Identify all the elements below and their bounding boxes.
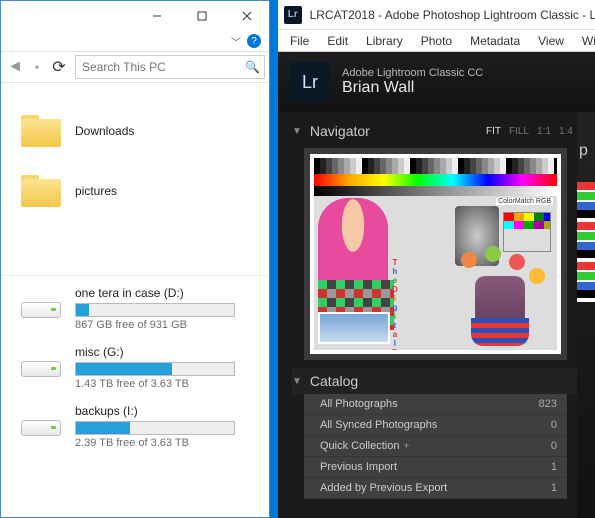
search-box[interactable]: 🔍 — [75, 55, 265, 79]
catalog-row-label: Quick Collection — [320, 440, 399, 452]
drive-icon — [21, 357, 61, 381]
disclosure-triangle-icon[interactable]: ▼ — [292, 376, 302, 387]
drive-free-text: 1.43 TB free of 3.63 TB — [75, 378, 259, 390]
history-chevron-icon[interactable]: ▾ — [27, 55, 47, 79]
catalog-row-synced[interactable]: All Synced Photographs 0 — [304, 415, 567, 436]
drive-usage-bar — [75, 303, 235, 317]
folder-label: Downloads — [75, 124, 134, 138]
maximize-button[interactable] — [179, 1, 224, 31]
navigator-panel-header[interactable]: ▼ Navigator FIT FILL 1:1 1:4 ◆ — [292, 118, 595, 144]
menu-window[interactable]: Window — [574, 32, 595, 50]
catalog-panel-header[interactable]: ▼ Catalog — [292, 368, 595, 394]
plus-icon: + — [403, 441, 409, 452]
catalog-row-label: Added by Previous Export — [320, 482, 447, 494]
lightroom-window-title: LRCAT2018 - Adobe Photoshop Lightroom Cl… — [310, 8, 595, 22]
color-swatch-strip — [577, 182, 595, 302]
menu-photo[interactable]: Photo — [413, 32, 460, 50]
drive-item[interactable]: misc (G:) 1.43 TB free of 3.63 TB — [21, 345, 259, 390]
lightroom-menubar: File Edit Library Photo Metadata View Wi… — [278, 30, 595, 52]
lightroom-app-icon: Lr — [284, 6, 302, 24]
lightroom-logo-icon: Lr — [290, 62, 330, 102]
folder-label: pictures — [75, 184, 117, 198]
folders-section: Downloads pictures — [1, 95, 269, 275]
catalog-title: Catalog — [310, 373, 358, 389]
catalog-row-count: 823 — [539, 398, 557, 410]
colormatch-label: ColorMatch RGB — [496, 198, 553, 205]
lightroom-window: Lr LRCAT2018 - Adobe Photoshop Lightroom… — [278, 0, 595, 518]
drive-free-text: 867 GB free of 931 GB — [75, 319, 259, 331]
ribbon-chevron-icon[interactable]: ﹀ — [231, 34, 241, 49]
left-panels: ▼ Navigator FIT FILL 1:1 1:4 ◆ ColorMatc… — [278, 112, 595, 499]
zoom-fit[interactable]: FIT — [486, 126, 501, 137]
menu-library[interactable]: Library — [358, 32, 411, 50]
catalog-row-quick-collection[interactable]: Quick Collection + 0 — [304, 436, 567, 457]
drive-item[interactable]: backups (I:) 2.39 TB free of 3.63 TB — [21, 404, 259, 449]
help-icon[interactable]: ? — [247, 34, 261, 48]
navigator-title: Navigator — [310, 123, 370, 139]
catalog-row-label: All Photographs — [320, 398, 398, 410]
navigator-thumbnail[interactable]: ColorMatch RGB T h e D i g i t a l D — [310, 154, 561, 354]
search-icon[interactable]: 🔍 — [245, 60, 260, 74]
drive-icon — [21, 298, 61, 322]
menu-edit[interactable]: Edit — [319, 32, 356, 50]
catalog-row-count: 1 — [551, 461, 557, 473]
brand-line-1: Adobe Lightroom Classic CC — [342, 67, 483, 79]
menu-view[interactable]: View — [530, 32, 572, 50]
brand-line-2: Brian Wall — [342, 79, 483, 97]
explorer-titlebar — [1, 1, 269, 31]
folder-item[interactable]: Downloads — [21, 115, 259, 147]
drives-section: one tera in case (D:) 867 GB free of 931… — [1, 275, 269, 449]
folder-icon — [21, 175, 61, 207]
menu-metadata[interactable]: Metadata — [462, 32, 528, 50]
disclosure-triangle-icon[interactable]: ▼ — [292, 126, 302, 137]
catalog-row-label: All Synced Photographs — [320, 419, 437, 431]
explorer-toolbar: ◄ ▾ ⟳ 🔍 — [1, 51, 269, 83]
catalog-row-label: Previous Import — [320, 461, 397, 473]
drive-label: backups (I:) — [75, 404, 259, 418]
drive-usage-bar — [75, 421, 235, 435]
ribbon-collapse-row: ﹀ ? — [1, 31, 269, 51]
drive-usage-bar — [75, 362, 235, 376]
drive-label: misc (G:) — [75, 345, 259, 359]
menu-file[interactable]: File — [282, 32, 317, 50]
catalog-row-count: 0 — [551, 419, 557, 431]
explorer-body: Downloads pictures one tera in case (D:)… — [1, 83, 269, 517]
catalog-row-count: 0 — [551, 440, 557, 452]
partial-letter: p — [579, 142, 588, 160]
folder-item[interactable]: pictures — [21, 175, 259, 207]
file-explorer-window: ﹀ ? ◄ ▾ ⟳ 🔍 Downloads pictures one t — [0, 0, 270, 518]
navigator-content: ColorMatch RGB T h e D i g i t a l D — [304, 148, 567, 360]
right-edge-strip: p — [577, 112, 595, 518]
zoom-1-4[interactable]: 1:4 — [559, 126, 573, 137]
minimize-button[interactable] — [134, 1, 179, 31]
zoom-fill[interactable]: FILL — [509, 126, 529, 137]
nav-back-button[interactable]: ◄ — [5, 55, 25, 79]
drive-free-text: 2.39 TB free of 3.63 TB — [75, 437, 259, 449]
drive-icon — [21, 416, 61, 440]
catalog-row-count: 1 — [551, 482, 557, 494]
catalog-list: All Photographs 823 All Synced Photograp… — [304, 394, 567, 499]
search-input[interactable] — [82, 60, 258, 74]
catalog-row-previous-import[interactable]: Previous Import 1 — [304, 457, 567, 478]
catalog-row-previous-export[interactable]: Added by Previous Export 1 — [304, 478, 567, 499]
drive-item[interactable]: one tera in case (D:) 867 GB free of 931… — [21, 286, 259, 331]
zoom-1-1[interactable]: 1:1 — [537, 126, 551, 137]
catalog-row-all-photos[interactable]: All Photographs 823 — [304, 394, 567, 415]
drive-label: one tera in case (D:) — [75, 286, 259, 300]
lightroom-titlebar: Lr LRCAT2018 - Adobe Photoshop Lightroom… — [278, 0, 595, 30]
close-button[interactable] — [224, 1, 269, 31]
folder-icon — [21, 115, 61, 147]
digital-dog-text: T h e D i g i t a l D o g — [392, 258, 398, 354]
lightroom-identity-plate: Lr Adobe Lightroom Classic CC Brian Wall — [278, 52, 595, 112]
catalog-panel: ▼ Catalog All Photographs 823 All Synced… — [292, 368, 595, 499]
refresh-button[interactable]: ⟳ — [49, 55, 69, 79]
